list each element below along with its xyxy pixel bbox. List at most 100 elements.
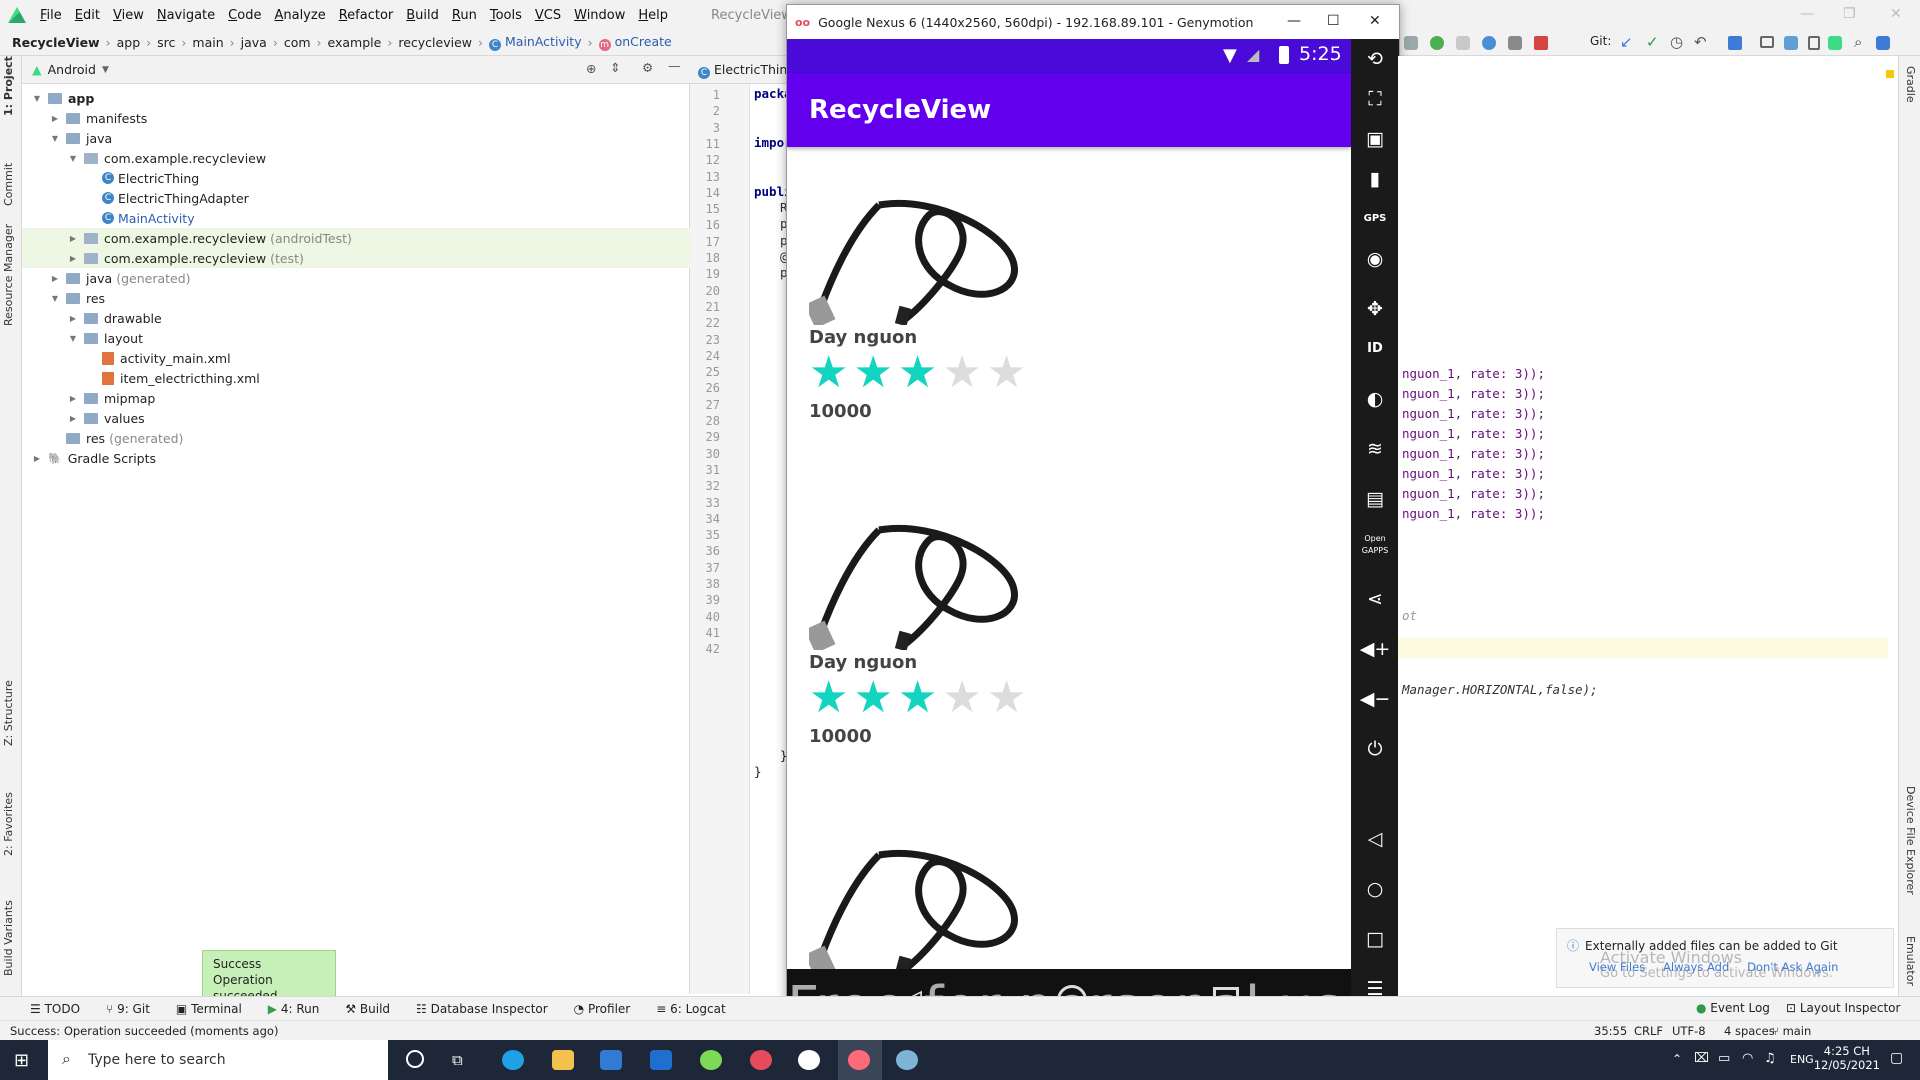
menu-help[interactable]: Help [638,8,668,23]
pixel-perfect-icon[interactable]: ⛶ [1351,79,1399,119]
webcam-icon[interactable]: ◉ [1351,239,1399,279]
media-icon[interactable]: ◐ [1351,379,1399,419]
recycler-list[interactable]: Day nguon★★★★★10000Day nguon★★★★★10000★★… [787,147,1351,1035]
locate-icon[interactable]: ⊕ [586,61,596,76]
gear-icon[interactable]: ⚙ [642,60,653,75]
menu-run[interactable]: Run [452,8,477,23]
tab-project[interactable]: 1: Project [2,56,15,116]
crumb-project[interactable]: RecycleView [12,35,100,50]
wifi-tray-icon[interactable]: ◠ [1742,1051,1753,1066]
crumb-mainactivity[interactable]: C MainActivity [489,34,582,51]
tab-git[interactable]: ⑂ 9: Git [106,1002,150,1016]
tab-run[interactable]: ▶ 4: Run [268,1002,320,1016]
menu-edit[interactable]: Edit [75,8,100,23]
crumb-recycleview[interactable]: recycleview [398,35,472,50]
list-item[interactable]: Day nguon ★ ★ ★ ★ ★ 10000 [787,472,1351,797]
network-icon[interactable]: ≋ [1351,429,1399,469]
git-update-icon[interactable]: ↙ [1620,33,1633,51]
device-id-icon[interactable]: ID [1351,329,1399,369]
expand-toggle-icon[interactable]: ▶ [68,414,78,423]
tab-build[interactable]: ⚒ Build [345,1002,390,1016]
tab-database-inspector[interactable]: ☷ Database Inspector [416,1002,548,1016]
tree-item[interactable]: ▶ values [22,408,690,428]
tab-structure[interactable]: Z: Structure [2,680,15,746]
ide-restore-icon[interactable]: ❐ [1843,6,1856,22]
crumb-example[interactable]: example [328,35,382,50]
battery-tray-icon[interactable]: ▭ [1718,1051,1730,1066]
tree-item[interactable]: ▼ app [22,88,690,108]
dpad-icon[interactable]: ✥ [1351,289,1399,329]
emulator-maximize-icon[interactable]: ☐ [1327,13,1340,29]
volume-tray-icon[interactable]: ♫ [1764,1051,1776,1066]
battery-widget-icon[interactable]: ▮ [1351,159,1399,199]
menu-window[interactable]: Window [574,8,625,23]
expand-toggle-icon[interactable]: ▼ [68,334,78,343]
tree-item[interactable]: ▶ com.example.recycleview (androidTest) [22,228,690,248]
git-history-icon[interactable]: ◷ [1670,33,1683,51]
project-view-select[interactable]: Android [48,62,96,77]
attach-icon[interactable] [1508,36,1522,50]
tab-resource-manager[interactable]: Resource Manager [2,224,15,326]
file-explorer-icon[interactable] [552,1050,574,1070]
settings-icon[interactable] [1876,36,1890,50]
line-separator[interactable]: CRLF [1634,1024,1663,1038]
crumb-app[interactable]: app [117,35,141,50]
event-log-button[interactable]: ● Event Log [1696,1001,1770,1015]
tree-item[interactable]: activity_main.xml [22,348,690,368]
expand-toggle-icon[interactable]: ▼ [50,294,60,303]
tree-item[interactable]: ▶ mipmap [22,388,690,408]
apply-changes-icon[interactable] [1430,36,1444,50]
word-icon[interactable] [798,1050,820,1070]
menu-refactor[interactable]: Refactor [339,8,394,23]
coverage-icon[interactable] [1456,36,1470,50]
tab-logcat[interactable]: ≡ 6: Logcat [656,1002,725,1016]
hide-panel-icon[interactable]: — [668,58,681,73]
expand-toggle-icon[interactable]: ▶ [68,314,78,323]
editor-code-area[interactable]: packa impor publi Rp p @ p}} [750,84,792,994]
expand-toggle-icon[interactable]: ▶ [50,274,60,283]
tab-electricthing[interactable]: ElectricThing [714,62,790,77]
tree-item[interactable]: ▶ drawable [22,308,690,328]
tree-item[interactable]: C ElectricThingAdapter [22,188,690,208]
power-icon[interactable]: ⏻ [1351,729,1399,769]
attach-debugger-icon[interactable] [1404,36,1418,50]
crumb-java[interactable]: java [241,35,267,50]
menu-code[interactable]: Code [228,8,261,23]
volume-down-icon[interactable]: ◀− [1351,679,1399,719]
stop-icon[interactable] [1534,36,1548,50]
tab-device-file-explorer[interactable]: Device File Explorer [1904,786,1917,895]
indent-setting[interactable]: 4 spaces [1724,1024,1775,1038]
layout-inspector-button[interactable]: ⊡ Layout Inspector [1786,1001,1900,1015]
git-branch[interactable]: ⑂ main [1772,1024,1811,1038]
avd-manager-icon[interactable] [1808,36,1820,50]
menu-tools[interactable]: Tools [490,8,522,23]
tab-gradle[interactable]: Gradle [1904,66,1917,103]
project-structure-icon[interactable] [1728,36,1742,50]
menu-vcs[interactable]: VCS [535,8,561,23]
menu-build[interactable]: Build [406,8,439,23]
side-back-icon[interactable]: ◁ [1351,819,1399,859]
tree-item[interactable]: C ElectricThing [22,168,690,188]
windows-start-icon[interactable]: ⊞ [14,1050,29,1071]
emulator-minimize-icon[interactable]: — [1287,13,1301,29]
tab-commit[interactable]: Commit [2,163,15,206]
status-message[interactable]: Success: Operation succeeded (moments ag… [10,1024,278,1038]
file-encoding[interactable]: UTF-8 [1672,1024,1706,1038]
tree-item[interactable]: ▼ layout [22,328,690,348]
expand-toggle-icon[interactable]: ▶ [68,234,78,243]
chevron-down-icon[interactable]: ▼ [102,65,109,75]
warning-marker[interactable] [1886,70,1894,78]
edge-icon[interactable] [502,1050,524,1070]
side-home-icon[interactable]: ○ [1351,869,1399,909]
tree-item[interactable]: C MainActivity [22,208,690,228]
editor-code-right[interactable]: nguon_1, rate: 3)); nguon_1, rate: 3)); ng… [1398,56,1898,996]
notification-center-icon[interactable]: ▢ [1890,1050,1903,1066]
expand-toggle-icon[interactable]: ▶ [68,254,78,263]
profile-icon[interactable] [1482,36,1496,50]
phone-screen[interactable]: ▼ ◢ 5:25 RecycleView Day nguon ★ ★ ★ ★ ★ 10000… [787,39,1351,1035]
expand-toggle-icon[interactable]: ▼ [32,94,42,103]
menu-navigate[interactable]: Navigate [157,8,215,23]
git-rollback-icon[interactable]: ↶ [1694,33,1707,51]
layout-icon[interactable] [1760,36,1774,48]
tab-terminal[interactable]: ▣ Terminal [176,1002,242,1016]
